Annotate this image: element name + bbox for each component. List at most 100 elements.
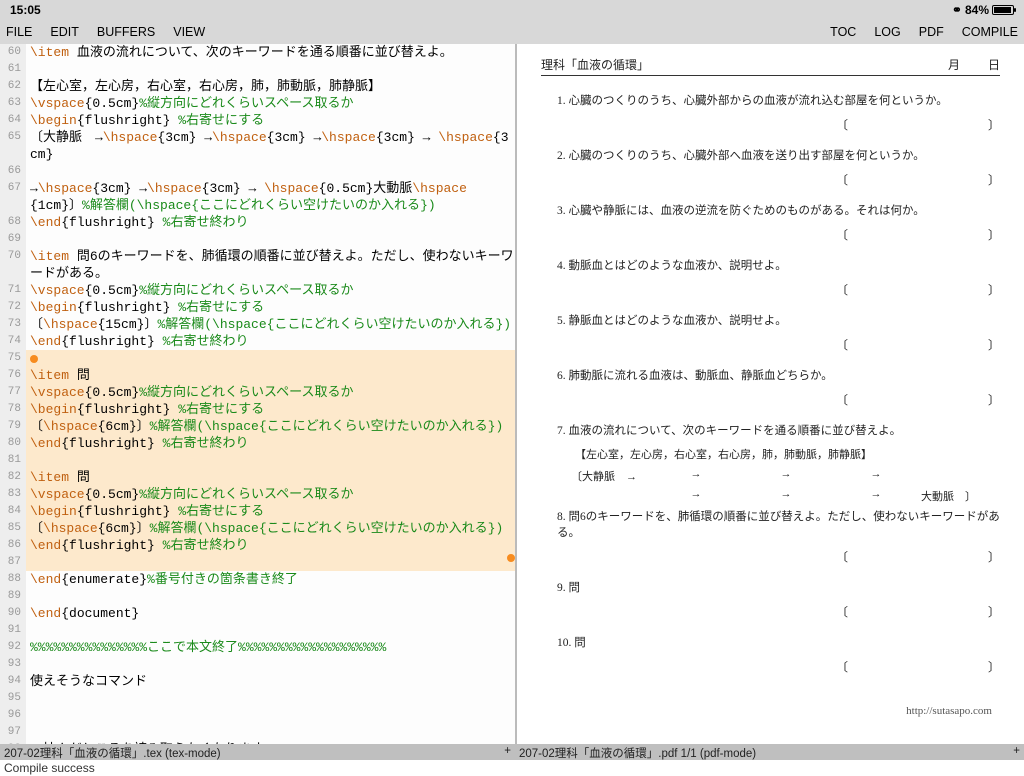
- line-number: 90: [0, 605, 26, 622]
- code-line[interactable]: 88\end{enumerate}%番号付きの箇条書き終了: [0, 571, 515, 588]
- code-line[interactable]: 75: [0, 350, 515, 367]
- line-number: 61: [0, 61, 26, 78]
- code-line[interactable]: 60\item 血液の流れについて、次のキーワードを通る順番に並び替えよ。: [0, 44, 515, 61]
- menu-compile[interactable]: COMPILE: [962, 25, 1018, 39]
- line-number: 85: [0, 520, 26, 537]
- menu-file[interactable]: FILE: [6, 25, 32, 39]
- line-number: 75: [0, 350, 26, 367]
- code-line[interactable]: 71\vspace{0.5cm}%縦方向にどれくらいスペース取るか: [0, 282, 515, 299]
- pdf-answer-blank: 〔〕: [557, 336, 1000, 353]
- line-number: 98: [0, 741, 26, 744]
- line-number: 71: [0, 282, 26, 299]
- code-line[interactable]: 94使えそうなコマンド: [0, 673, 515, 690]
- line-number: 65: [0, 129, 26, 163]
- line-number: 80: [0, 435, 26, 452]
- pdf-answer-blank: 〔〕: [557, 548, 1000, 565]
- menu-pdf[interactable]: PDF: [919, 25, 944, 39]
- pdf-title: 理科「血液の循環」: [541, 56, 649, 73]
- selection-handle-icon[interactable]: [507, 554, 515, 562]
- link-icon: ⚭: [952, 3, 962, 17]
- pdf-answer-blank: 〔〕: [557, 281, 1000, 298]
- menubar: FILE EDIT BUFFERS VIEW TOC LOG PDF COMPILE: [0, 20, 1024, 44]
- code-line[interactable]: 86\end{flushright} %右寄せ終わり: [0, 537, 515, 554]
- pdf-answer-blank: 〔〕: [557, 171, 1000, 188]
- code-line[interactable]: 64\begin{flushright} %右寄せにする: [0, 112, 515, 129]
- line-number: 96: [0, 707, 26, 724]
- line-number: 64: [0, 112, 26, 129]
- line-number: 60: [0, 44, 26, 61]
- pdf-question: 4. 動脈血とはどのような血液か、説明せよ。: [557, 257, 1000, 273]
- line-number: 72: [0, 299, 26, 316]
- code-line[interactable]: 67→\hspace{3cm} →\hspace{3cm} → \hspace{…: [0, 180, 515, 214]
- code-line[interactable]: 69: [0, 231, 515, 248]
- line-number: 86: [0, 537, 26, 554]
- code-line[interactable]: 80\end{flushright} %右寄せ終わり: [0, 435, 515, 452]
- menu-buffers[interactable]: BUFFERS: [97, 25, 155, 39]
- line-number: 97: [0, 724, 26, 741]
- pdf-answer-blank: 〔〕: [557, 391, 1000, 408]
- line-number: 62: [0, 78, 26, 95]
- battery-icon: [992, 5, 1014, 15]
- menu-edit[interactable]: EDIT: [50, 25, 78, 39]
- code-line[interactable]: 77\vspace{0.5cm}%縦方向にどれくらいスペース取るか: [0, 384, 515, 401]
- selection-handle-icon[interactable]: [30, 355, 38, 363]
- code-line[interactable]: 68\end{flushright} %右寄せ終わり: [0, 214, 515, 231]
- pdf-question: 3. 心臓や静脈には、血液の逆流を防ぐためのものがある。それは何か。: [557, 202, 1000, 218]
- code-line[interactable]: 79〔\hspace{6cm}〕%解答欄(\hspace{ここにどれくらい空けた…: [0, 418, 515, 435]
- code-line[interactable]: 78\begin{flushright} %右寄せにする: [0, 401, 515, 418]
- code-line[interactable]: 65〔大静脈 →\hspace{3cm} →\hspace{3cm} →\hsp…: [0, 129, 515, 163]
- code-line[interactable]: 93: [0, 656, 515, 673]
- editor-pane[interactable]: 60\item 血液の流れについて、次のキーワードを通る順番に並び替えよ。616…: [0, 44, 515, 744]
- clock: 15:05: [10, 3, 41, 17]
- code-line[interactable]: 82\item 問: [0, 469, 515, 486]
- line-number: 68: [0, 214, 26, 231]
- pdf-question: 7. 血液の流れについて、次のキーワードを通る順番に並び替えよ。: [557, 422, 1000, 438]
- menu-toc[interactable]: TOC: [830, 25, 856, 39]
- code-line[interactable]: 61: [0, 61, 515, 78]
- line-number: 70: [0, 248, 26, 282]
- code-line[interactable]: 84\begin{flushright} %右寄せにする: [0, 503, 515, 520]
- code-editor[interactable]: 60\item 血液の流れについて、次のキーワードを通る順番に並び替えよ。616…: [0, 44, 515, 744]
- code-line[interactable]: 76\item 問: [0, 367, 515, 384]
- pdf-answer-blank: 〔〕: [557, 658, 1000, 675]
- code-line[interactable]: 87: [0, 554, 515, 571]
- code-line[interactable]: 91: [0, 622, 515, 639]
- line-number: 67: [0, 180, 26, 214]
- pdf-preview-pane[interactable]: 理科「血液の循環」 月 日 1. 心臓のつくりのうち、心臓外部からの血液が流れ込…: [515, 44, 1024, 744]
- pdf-question: 2. 心臓のつくりのうち、心臓外部へ血液を送り出す部屋を何というか。: [557, 147, 1000, 163]
- code-line[interactable]: 73〔\hspace{15cm}〕%解答欄(\hspace{ここにどれくらい空け…: [0, 316, 515, 333]
- code-line[interactable]: 98・挟んだところを読み取らなくなります。: [0, 741, 515, 744]
- code-line[interactable]: 72\begin{flushright} %右寄せにする: [0, 299, 515, 316]
- code-line[interactable]: 96: [0, 707, 515, 724]
- pdf-question: 5. 静脈血とはどのような血液か、説明せよ。: [557, 312, 1000, 328]
- code-line[interactable]: 89: [0, 588, 515, 605]
- code-line[interactable]: 90\end{document}: [0, 605, 515, 622]
- line-number: 81: [0, 452, 26, 469]
- code-line[interactable]: 95: [0, 690, 515, 707]
- code-line[interactable]: 70\item 問6のキーワードを、肺循環の順番に並び替えよ。ただし、使わないキ…: [0, 248, 515, 282]
- code-line[interactable]: 81: [0, 452, 515, 469]
- line-number: 95: [0, 690, 26, 707]
- pdf-answer-blank: 〔〕: [557, 603, 1000, 620]
- code-line[interactable]: 83\vspace{0.5cm}%縦方向にどれくらいスペース取るか: [0, 486, 515, 503]
- line-number: 93: [0, 656, 26, 673]
- menu-log[interactable]: LOG: [874, 25, 900, 39]
- line-number: 73: [0, 316, 26, 333]
- pdf-question: 6. 肺動脈に流れる血液は、動脈血、静脈血どちらか。: [557, 367, 1000, 383]
- modeline-right: 207-02理科「血液の循環」.pdf 1/1 (pdf-mode)+: [515, 744, 1024, 760]
- code-line[interactable]: 97: [0, 724, 515, 741]
- pdf-question: 1. 心臓のつくりのうち、心臓外部からの血液が流れ込む部屋を何というか。: [557, 92, 1000, 108]
- code-line[interactable]: 74\end{flushright} %右寄せ終わり: [0, 333, 515, 350]
- echo-area: Compile success: [0, 760, 1024, 776]
- code-line[interactable]: 66: [0, 163, 515, 180]
- line-number: 91: [0, 622, 26, 639]
- code-line[interactable]: 85〔\hspace{6cm}〕%解答欄(\hspace{ここにどれくらい空けた…: [0, 520, 515, 537]
- line-number: 66: [0, 163, 26, 180]
- line-number: 63: [0, 95, 26, 112]
- code-line[interactable]: 92%%%%%%%%%%%%%%%ここで本文終了%%%%%%%%%%%%%%%%…: [0, 639, 515, 656]
- line-number: 82: [0, 469, 26, 486]
- code-line[interactable]: 63\vspace{0.5cm}%縦方向にどれくらいスペース取るか: [0, 95, 515, 112]
- code-line[interactable]: 62【左心室，左心房，右心室，右心房，肺，肺動脈，肺静脈】: [0, 78, 515, 95]
- modeline-left: 207-02理科「血液の循環」.tex (tex-mode)+: [0, 744, 515, 760]
- menu-view[interactable]: VIEW: [173, 25, 205, 39]
